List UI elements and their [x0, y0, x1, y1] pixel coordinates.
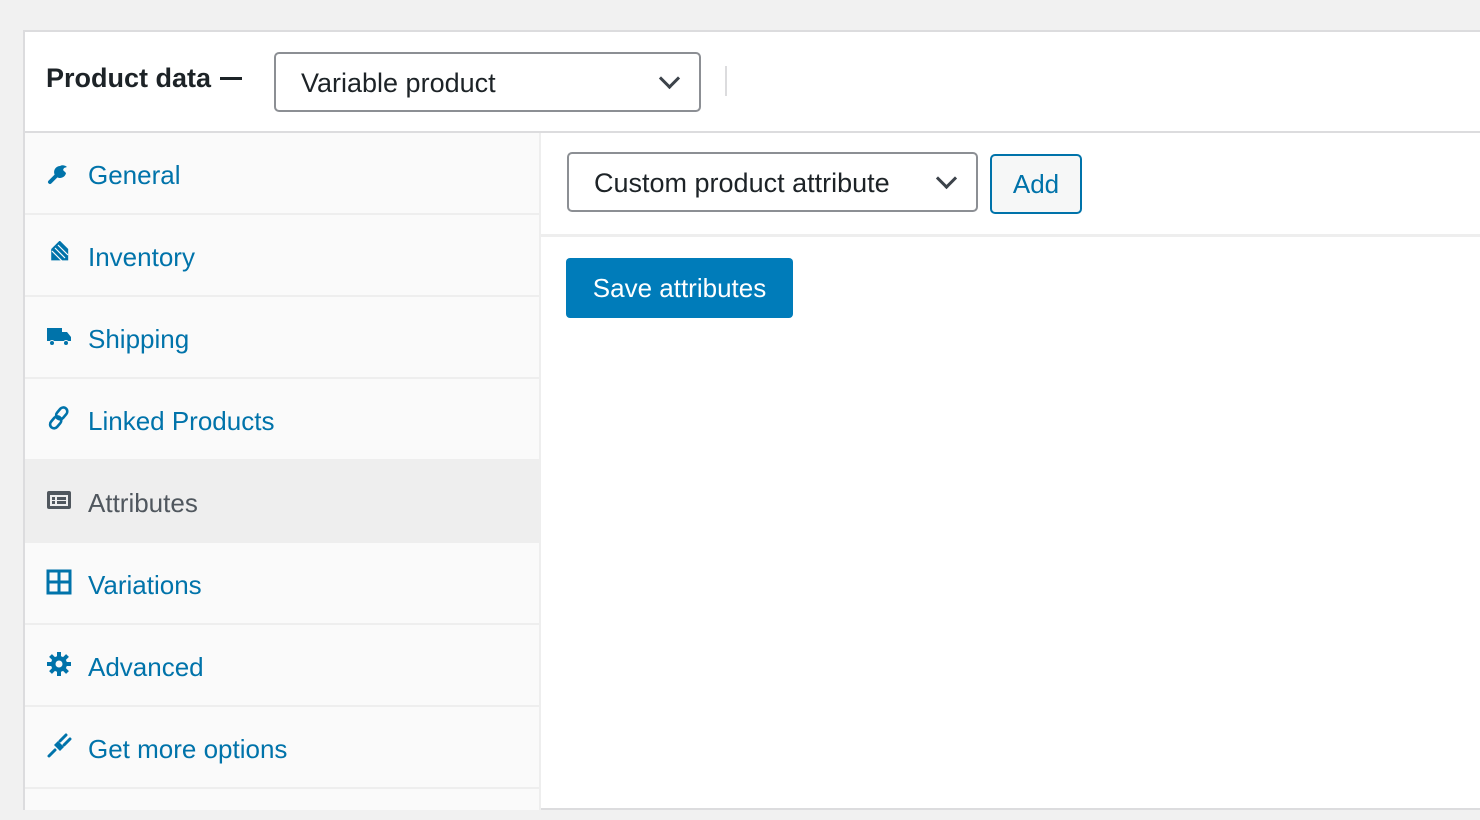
panel-title: Product data [46, 63, 243, 94]
tag-icon [46, 241, 72, 267]
tab-attributes-label: Attributes [88, 488, 198, 518]
attributes-toolbar: Custom product attribute Add [541, 133, 1480, 237]
tab-general-label: General [88, 160, 181, 190]
tab-general[interactable]: General [25, 133, 539, 215]
chevron-down-icon [935, 167, 958, 190]
title-dash [220, 76, 243, 80]
tab-shipping[interactable]: Shipping [25, 297, 539, 379]
tab-advanced[interactable]: Advanced [25, 625, 539, 707]
panel-header: Product data Variable product [25, 32, 1480, 133]
tab-shipping-label: Shipping [88, 324, 190, 354]
tab-linked-products[interactable]: Linked Products [25, 379, 539, 461]
wrench-icon [46, 159, 72, 185]
add-attribute-button[interactable]: Add [990, 154, 1082, 214]
tab-inventory[interactable]: Inventory [25, 215, 539, 297]
truck-icon [46, 323, 72, 349]
link-icon [46, 405, 72, 431]
save-attributes-button[interactable]: Save attributes [566, 258, 793, 318]
product-data-tabs: General Inventory Shipping Linked Produc… [25, 133, 541, 810]
grid-icon [46, 569, 72, 595]
list-card-icon [46, 487, 72, 513]
tab-inventory-label: Inventory [88, 242, 195, 272]
attribute-select-value: Custom product attribute [594, 168, 890, 198]
tab-advanced-label: Advanced [88, 652, 204, 682]
product-type-value: Variable product [301, 68, 496, 98]
tab-get-more-options[interactable]: Get more options [25, 707, 539, 789]
tab-attributes[interactable]: Attributes [25, 461, 539, 543]
tab-variations[interactable]: Variations [25, 543, 539, 625]
tab-linked-products-label: Linked Products [88, 406, 275, 436]
tab-variations-label: Variations [88, 570, 202, 600]
product-data-panel: Product data Variable product General In… [23, 30, 1480, 810]
product-type-select[interactable]: Variable product [274, 52, 701, 112]
plugin-icon [46, 733, 72, 759]
gear-icon [46, 651, 72, 677]
tab-get-more-options-label: Get more options [88, 734, 288, 764]
panel-title-text: Product data [46, 63, 212, 93]
chevron-down-icon [658, 67, 681, 90]
header-divider [725, 66, 727, 96]
attributes-panel: Custom product attribute Add Save attrib… [541, 133, 1480, 808]
attribute-taxonomy-select[interactable]: Custom product attribute [567, 152, 978, 212]
